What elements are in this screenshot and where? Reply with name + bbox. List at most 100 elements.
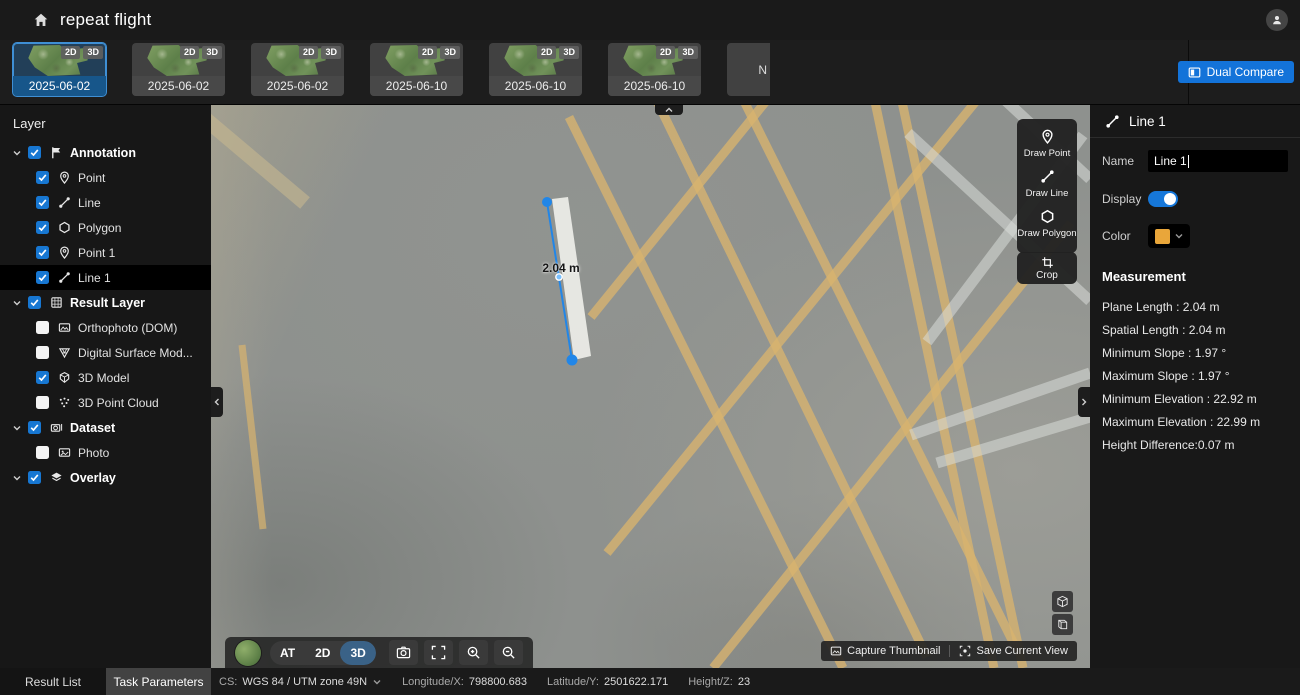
thumbnail-image: 2D3D (132, 43, 225, 76)
layer-item-polygon[interactable]: Polygon (0, 215, 211, 240)
tab-result-list[interactable]: Result List (0, 668, 106, 695)
color-picker[interactable] (1148, 224, 1190, 248)
pin-icon (58, 171, 71, 184)
layer-checkbox[interactable] (36, 196, 49, 209)
name-label: Name (1102, 154, 1148, 168)
draw-point-button[interactable]: Draw Point (1017, 129, 1077, 159)
layer-checkbox[interactable] (28, 471, 41, 484)
layer-item-point-1[interactable]: Point 1 (0, 240, 211, 265)
name-input[interactable]: Line 1 (1148, 150, 1288, 172)
display-field-row: Display (1102, 191, 1288, 207)
measurement-label: Minimum Slope (1102, 346, 1185, 360)
layer-checkbox[interactable] (28, 421, 41, 434)
chevron-down-icon (12, 298, 22, 308)
layer-item-3d-point-cloud[interactable]: 3D Point Cloud (0, 390, 211, 415)
layer-group-result-layer[interactable]: Result Layer (0, 290, 211, 315)
flight-thumbnail[interactable]: 2D3D2025-06-02 (132, 43, 225, 96)
measurement-label: Plane Length (1102, 300, 1173, 314)
crop-button[interactable]: Crop (1017, 252, 1077, 284)
mode-at-button[interactable]: AT (270, 641, 305, 665)
latitude-label: Latitude/Y: (547, 676, 599, 688)
screenshot-button[interactable] (389, 640, 418, 665)
layer-item-3d-model[interactable]: 3D Model (0, 365, 211, 390)
longitude-label: Longitude/X: (402, 676, 464, 688)
layer-item-photo[interactable]: Photo (0, 440, 211, 465)
layer-checkbox[interactable] (28, 146, 41, 159)
measurement-value: 2.04 m (1189, 323, 1226, 337)
layer-checkbox[interactable] (36, 346, 49, 359)
capture-thumbnail-label: Capture Thumbnail (847, 645, 940, 657)
draw-line-button[interactable]: Draw Line (1017, 169, 1077, 199)
line-icon (58, 196, 71, 209)
layer-item-digital-surface-mod[interactable]: Digital Surface Mod... (0, 340, 211, 365)
layer-item-line[interactable]: Line (0, 190, 211, 215)
layer-checkbox[interactable] (28, 296, 41, 309)
layer-sidebar: Layer AnnotationPointLinePolygonPoint 1 L… (0, 105, 211, 668)
thumbnail-date: 2025-06-02 (13, 76, 106, 96)
layer-item-point[interactable]: Point (0, 165, 211, 190)
layer-item-line-1[interactable]: Line 1 (0, 265, 211, 290)
flight-thumbnail[interactable]: 2D3D2025-06-02 (251, 43, 344, 96)
app-window: repeat flight 2D3D2025-06-022D3D2025-06-… (0, 0, 1300, 695)
longitude-value: 798800.683 (469, 676, 527, 688)
title-bar: repeat flight (0, 0, 1300, 40)
layer-checkbox[interactable] (36, 221, 49, 234)
color-swatch (1155, 229, 1170, 244)
flight-thumbnail[interactable]: 2D3D2025-06-10 (489, 43, 582, 96)
coordinate-system[interactable]: CS: WGS 84 / UTM zone 49N (219, 676, 382, 688)
zoom-out-button[interactable] (494, 640, 523, 665)
sidebar-title: Layer (0, 105, 211, 140)
view-cube-top-button[interactable] (1052, 591, 1073, 612)
layer-checkbox[interactable] (36, 246, 49, 259)
chevron-down-icon (12, 423, 22, 433)
layer-group-annotation[interactable]: Annotation (0, 140, 211, 165)
layer-item-label: Line 1 (78, 271, 111, 285)
flight-thumbnail[interactable]: 2D3D2025-06-10 (608, 43, 701, 96)
badge-2d: 2D (656, 46, 676, 59)
mode-2d-button[interactable]: 2D (305, 641, 340, 665)
layer-checkbox[interactable] (36, 321, 49, 334)
save-current-view-button[interactable]: Save Current View (959, 645, 1068, 657)
chevron-down-icon (1174, 231, 1184, 241)
tab-task-parameters[interactable]: Task Parameters (106, 668, 211, 695)
fit-view-button[interactable] (424, 640, 453, 665)
mode-3d-button[interactable]: 3D (340, 641, 375, 665)
layer-item-label: Digital Surface Mod... (78, 346, 193, 360)
polygon-icon (58, 221, 71, 234)
collapse-strip-button[interactable] (655, 105, 683, 115)
layer-checkbox[interactable] (36, 446, 49, 459)
layer-checkbox[interactable] (36, 396, 49, 409)
measurement-value: 22.92 m (1213, 392, 1256, 406)
capture-thumbnail-button[interactable]: Capture Thumbnail (830, 645, 940, 657)
draw-polygon-button[interactable]: Draw Polygon (1017, 209, 1077, 239)
map-viewport[interactable]: 2.04 m Draw Point Draw Line Draw Polygon C… (211, 105, 1090, 668)
badge-2d: 2D (61, 46, 81, 59)
measurement-label: 2.04 m (541, 261, 581, 275)
layer-item-orthophoto-dom[interactable]: Orthophoto (DOM) (0, 315, 211, 340)
text-caret (1188, 155, 1189, 168)
layer-group-dataset[interactable]: Dataset (0, 415, 211, 440)
collapse-inspector-button[interactable] (1078, 387, 1090, 417)
dual-compare-button[interactable]: Dual Compare (1178, 61, 1294, 83)
thumbnail-date: 2025-06-10 (370, 76, 463, 96)
measurement-row: Maximum Slope : 1.97 ° (1102, 364, 1288, 387)
view-cube-side-button[interactable] (1052, 614, 1073, 635)
home-icon[interactable] (33, 12, 49, 28)
flight-thumbnail[interactable]: 2D3D2025-06-02 (13, 43, 106, 96)
measurement-value: 22.99 m (1217, 415, 1260, 429)
display-toggle[interactable] (1148, 191, 1178, 207)
layer-group-label: Dataset (70, 421, 115, 435)
measurement-row: Spatial Length : 2.04 m (1102, 318, 1288, 341)
user-avatar[interactable] (1266, 9, 1288, 31)
layer-checkbox[interactable] (36, 371, 49, 384)
collapse-sidebar-button[interactable] (211, 387, 223, 417)
color-label: Color (1102, 229, 1148, 243)
minimap-thumbnail[interactable] (235, 640, 261, 666)
badge-3d: 3D (440, 46, 460, 59)
layer-checkbox[interactable] (36, 171, 49, 184)
thumbnail-partial[interactable]: N (727, 43, 770, 96)
layer-checkbox[interactable] (36, 271, 49, 284)
layer-group-overlay[interactable]: Overlay (0, 465, 211, 490)
zoom-in-button[interactable] (459, 640, 488, 665)
flight-thumbnail[interactable]: 2D3D2025-06-10 (370, 43, 463, 96)
